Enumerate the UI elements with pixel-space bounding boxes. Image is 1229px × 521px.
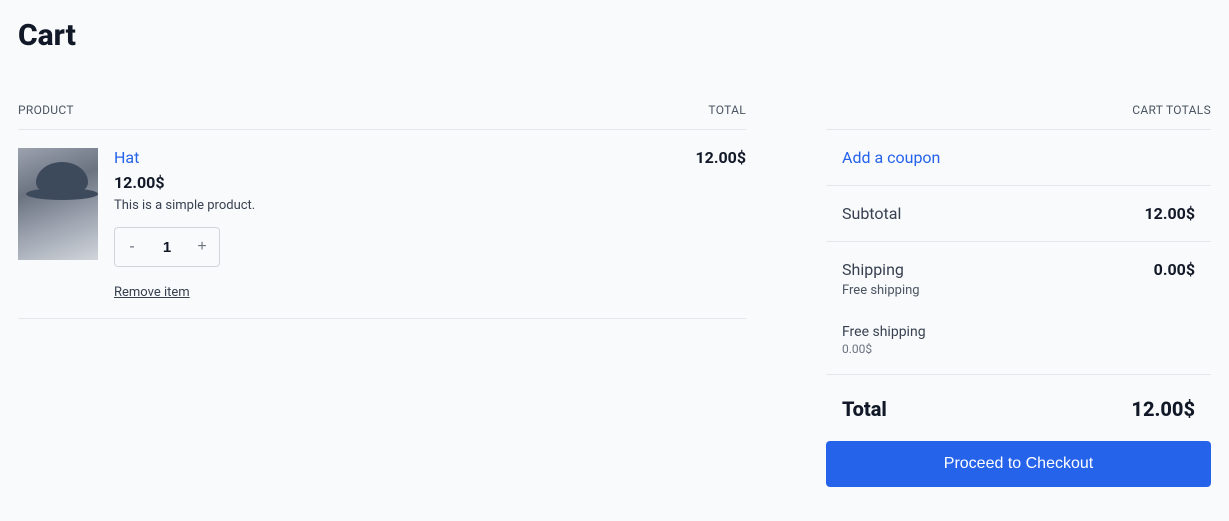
header-total: TOTAL (708, 103, 746, 117)
coupon-row: Add a coupon (826, 130, 1211, 186)
total-row: Total 12.00$ (826, 375, 1211, 433)
cart-totals-header: CART TOTALS (826, 103, 1211, 130)
quantity-decrease-button[interactable]: - (115, 228, 149, 266)
quantity-input[interactable] (149, 239, 185, 256)
page-title: Cart (18, 18, 1211, 53)
quantity-increase-button[interactable]: + (185, 228, 219, 266)
subtotal-row: Subtotal 12.00$ (826, 186, 1211, 242)
total-label: Total (842, 397, 887, 421)
shipping-value: 0.00$ (1154, 260, 1195, 279)
cart-items-section: PRODUCT TOTAL Hat 12.00$ This is a simpl… (18, 103, 746, 487)
shipping-option-name: Free shipping (842, 324, 1195, 340)
proceed-to-checkout-button[interactable]: Proceed to Checkout (826, 441, 1211, 487)
line-total: 12.00$ (666, 148, 746, 300)
shipping-option: Free shipping 0.00$ (826, 316, 1211, 375)
cart-layout: PRODUCT TOTAL Hat 12.00$ This is a simpl… (18, 103, 1211, 487)
shipping-row: Shipping Free shipping 0.00$ (826, 242, 1211, 316)
product-description: This is a simple product. (114, 198, 650, 213)
remove-item-link[interactable]: Remove item (114, 285, 190, 300)
shipping-left: Shipping Free shipping (842, 260, 920, 298)
shipping-method: Free shipping (842, 283, 920, 298)
shipping-label: Shipping (842, 260, 920, 279)
product-info: Hat 12.00$ This is a simple product. - +… (114, 148, 650, 300)
product-name-link[interactable]: Hat (114, 148, 650, 167)
subtotal-value: 12.00$ (1144, 204, 1195, 223)
total-value: 12.00$ (1131, 397, 1195, 421)
product-image[interactable] (18, 148, 98, 260)
subtotal-label: Subtotal (842, 204, 901, 223)
header-product: PRODUCT (18, 103, 74, 117)
add-coupon-link[interactable]: Add a coupon (842, 148, 940, 167)
product-unit-price: 12.00$ (114, 173, 650, 192)
cart-column-headers: PRODUCT TOTAL (18, 103, 746, 130)
quantity-stepper: - + (114, 227, 220, 267)
cart-item-row: Hat 12.00$ This is a simple product. - +… (18, 130, 746, 319)
shipping-option-price: 0.00$ (842, 342, 1195, 356)
cart-totals-section: CART TOTALS Add a coupon Subtotal 12.00$… (826, 103, 1211, 487)
